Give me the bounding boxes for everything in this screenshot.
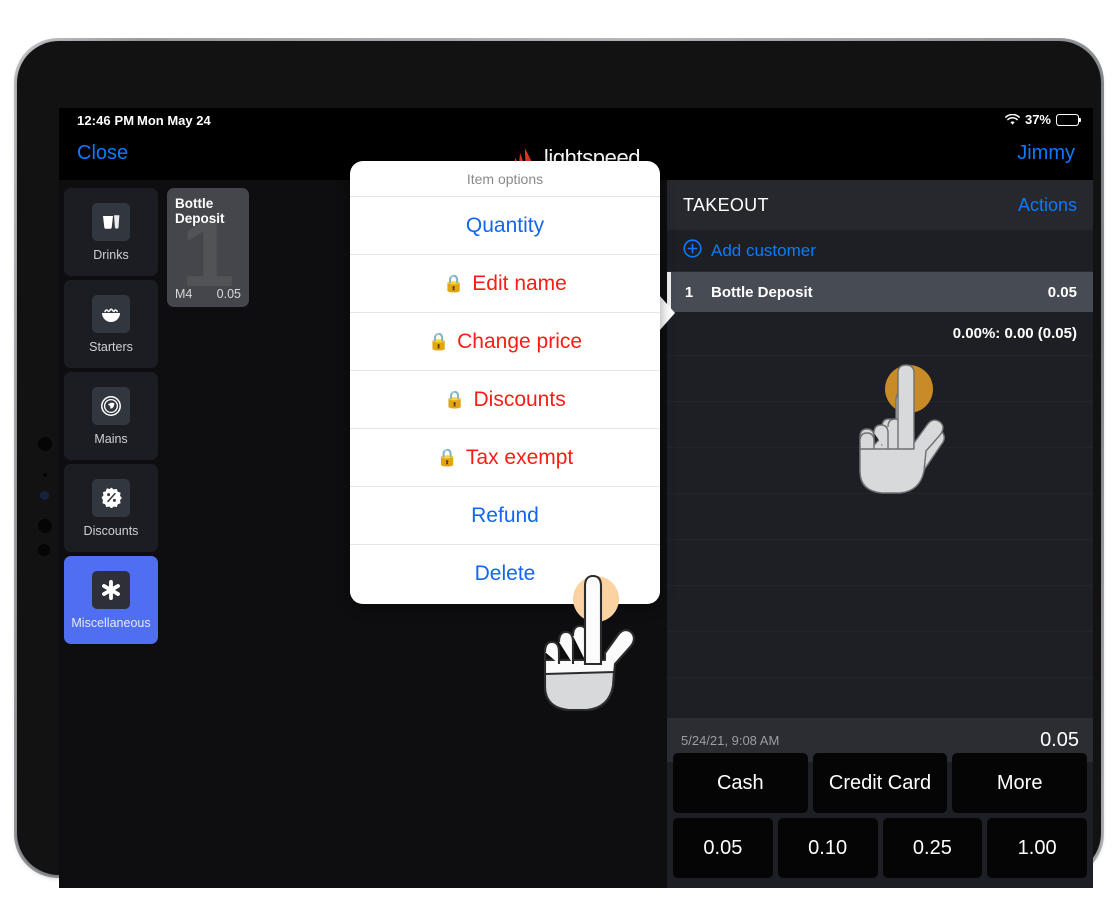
- tablet-bezel: 12:46 PM Mon May 24 37% Close lightspeed…: [17, 41, 1101, 888]
- quick-amount-button[interactable]: 0.25: [882, 818, 983, 878]
- sidebar-item-label: Miscellaneous: [71, 615, 151, 630]
- sidebar-item-label: Mains: [94, 431, 128, 446]
- actions-button[interactable]: Actions: [1018, 195, 1077, 216]
- modal-option-label: Delete: [474, 562, 536, 585]
- modal-option-label: Change price: [457, 329, 583, 353]
- starters-bowl-icon: [92, 294, 130, 333]
- sidebar-item-mains[interactable]: Mains: [64, 372, 158, 460]
- modal-option-label: Tax exempt: [465, 445, 574, 469]
- item-options-modal: Item options Quantity 🔒 Edit name 🔒 Change p…: [350, 161, 660, 604]
- modal-option-list: Quantity 🔒 Edit name 🔒 Change price 🔒 Discount…: [350, 197, 660, 603]
- product-tile[interactable]: 1 Bottle Deposit M4 0.05: [167, 188, 249, 307]
- sidebar-item-label: Discounts: [83, 523, 139, 538]
- modal-option-discounts[interactable]: 🔒 Discounts: [350, 371, 660, 429]
- modal-option-edit-name[interactable]: 🔒 Edit name: [350, 255, 660, 313]
- add-customer-button[interactable]: Add customer: [667, 230, 1093, 272]
- empty-order-row: [667, 356, 1093, 402]
- category-sidebar: Drinks Starters Mains Discounts Miscellaneou…: [59, 180, 163, 888]
- lock-icon: 🔒: [444, 390, 466, 409]
- empty-order-row: [667, 494, 1093, 540]
- payment-method-credit-card-button[interactable]: Credit Card: [812, 753, 948, 813]
- modal-option-label: Edit name: [472, 271, 567, 295]
- device-indicator-light: [40, 491, 49, 500]
- modal-option-label: Discounts: [473, 387, 566, 411]
- close-button[interactable]: Close: [77, 142, 128, 165]
- line-tax-detail: 0.00%: 0.00 (0.05): [667, 312, 1093, 356]
- battery-icon: [1056, 113, 1082, 126]
- sidebar-item-label: Starters: [89, 339, 133, 354]
- device-microphone: [43, 473, 47, 477]
- tap-indicator: [573, 576, 619, 622]
- payment-method-cash-button[interactable]: Cash: [673, 753, 808, 813]
- modal-option-refund[interactable]: Refund: [350, 487, 660, 545]
- modal-title: Item options: [350, 161, 660, 197]
- battery-percentage: 37%: [1024, 112, 1051, 127]
- table-row[interactable]: 1 Bottle Deposit 0.05: [667, 272, 1093, 312]
- line-price: 0.05: [1047, 283, 1077, 301]
- sidebar-item-starters[interactable]: Starters: [64, 280, 158, 368]
- order-header: TAKEOUT Actions: [667, 180, 1093, 230]
- status-bar: 12:46 PM Mon May 24 37%: [59, 108, 1093, 134]
- lock-icon: 🔒: [427, 332, 450, 351]
- sidebar-item-label: Drinks: [93, 247, 129, 262]
- quick-amount-button[interactable]: 0.10: [777, 818, 878, 878]
- sidebar-item-discounts[interactable]: Discounts: [64, 464, 158, 552]
- lock-icon: 🔒: [443, 274, 465, 293]
- product-code: M4: [175, 287, 193, 301]
- payment-method-more-button[interactable]: More: [952, 753, 1088, 813]
- user-button[interactable]: Jimmy: [1017, 142, 1075, 165]
- discount-percent-icon: [92, 478, 130, 517]
- line-name: Bottle Deposit: [711, 283, 813, 301]
- mains-plate-icon: [92, 386, 130, 425]
- quick-amounts-row: 0.05 0.10 0.25 1.00: [673, 818, 1087, 878]
- modal-option-label: Refund: [471, 503, 539, 527]
- status-time: 12:46 PM: [77, 113, 135, 128]
- device-side-button: [38, 437, 52, 451]
- empty-order-row: [667, 402, 1093, 448]
- empty-order-row: [667, 540, 1093, 586]
- status-date: Mon May 24: [137, 113, 211, 128]
- order-timestamp: 5/24/21, 9:08 AM: [681, 732, 780, 748]
- asterisk-icon: [92, 570, 130, 609]
- device-volume-up-button: [38, 519, 52, 533]
- add-customer-label: Add customer: [711, 240, 816, 260]
- plus-circle-icon: [683, 238, 702, 263]
- empty-order-row: [667, 448, 1093, 494]
- quick-amount-button[interactable]: 0.05: [673, 818, 773, 878]
- sidebar-item-miscellaneous[interactable]: Miscellaneous: [64, 556, 158, 644]
- sidebar-item-drinks[interactable]: Drinks: [64, 188, 158, 276]
- order-type-title: TAKEOUT: [683, 194, 769, 215]
- order-total-amount: 0.05: [1040, 728, 1079, 751]
- payment-area: Cash Credit Card More 0.05 0.10 0.25 1.00: [667, 753, 1093, 878]
- quick-amount-button[interactable]: 1.00: [987, 818, 1087, 878]
- empty-order-row: [667, 586, 1093, 632]
- order-panel: TAKEOUT Actions Add customer 1 Bottle De…: [667, 180, 1093, 888]
- tap-indicator: [885, 365, 933, 413]
- empty-order-row: [667, 632, 1093, 678]
- modal-option-change-price[interactable]: 🔒 Change price: [350, 313, 660, 371]
- tablet-screen: 12:46 PM Mon May 24 37% Close lightspeed…: [59, 108, 1093, 888]
- product-price: 0.05: [216, 287, 241, 301]
- payment-methods-row: Cash Credit Card More: [673, 753, 1088, 813]
- modal-option-label: Quantity: [465, 213, 545, 237]
- lock-icon: 🔒: [436, 448, 458, 467]
- drinks-glass-icon: [92, 202, 130, 241]
- modal-option-quantity[interactable]: Quantity: [350, 197, 660, 255]
- status-indicators: 37%: [1005, 112, 1082, 127]
- product-name: Bottle Deposit: [175, 196, 225, 226]
- wifi-icon: [1005, 113, 1020, 126]
- modal-pointer-arrow: [659, 295, 675, 331]
- modal-option-tax-exempt[interactable]: 🔒 Tax exempt: [350, 429, 660, 487]
- device-volume-down-button: [38, 544, 50, 556]
